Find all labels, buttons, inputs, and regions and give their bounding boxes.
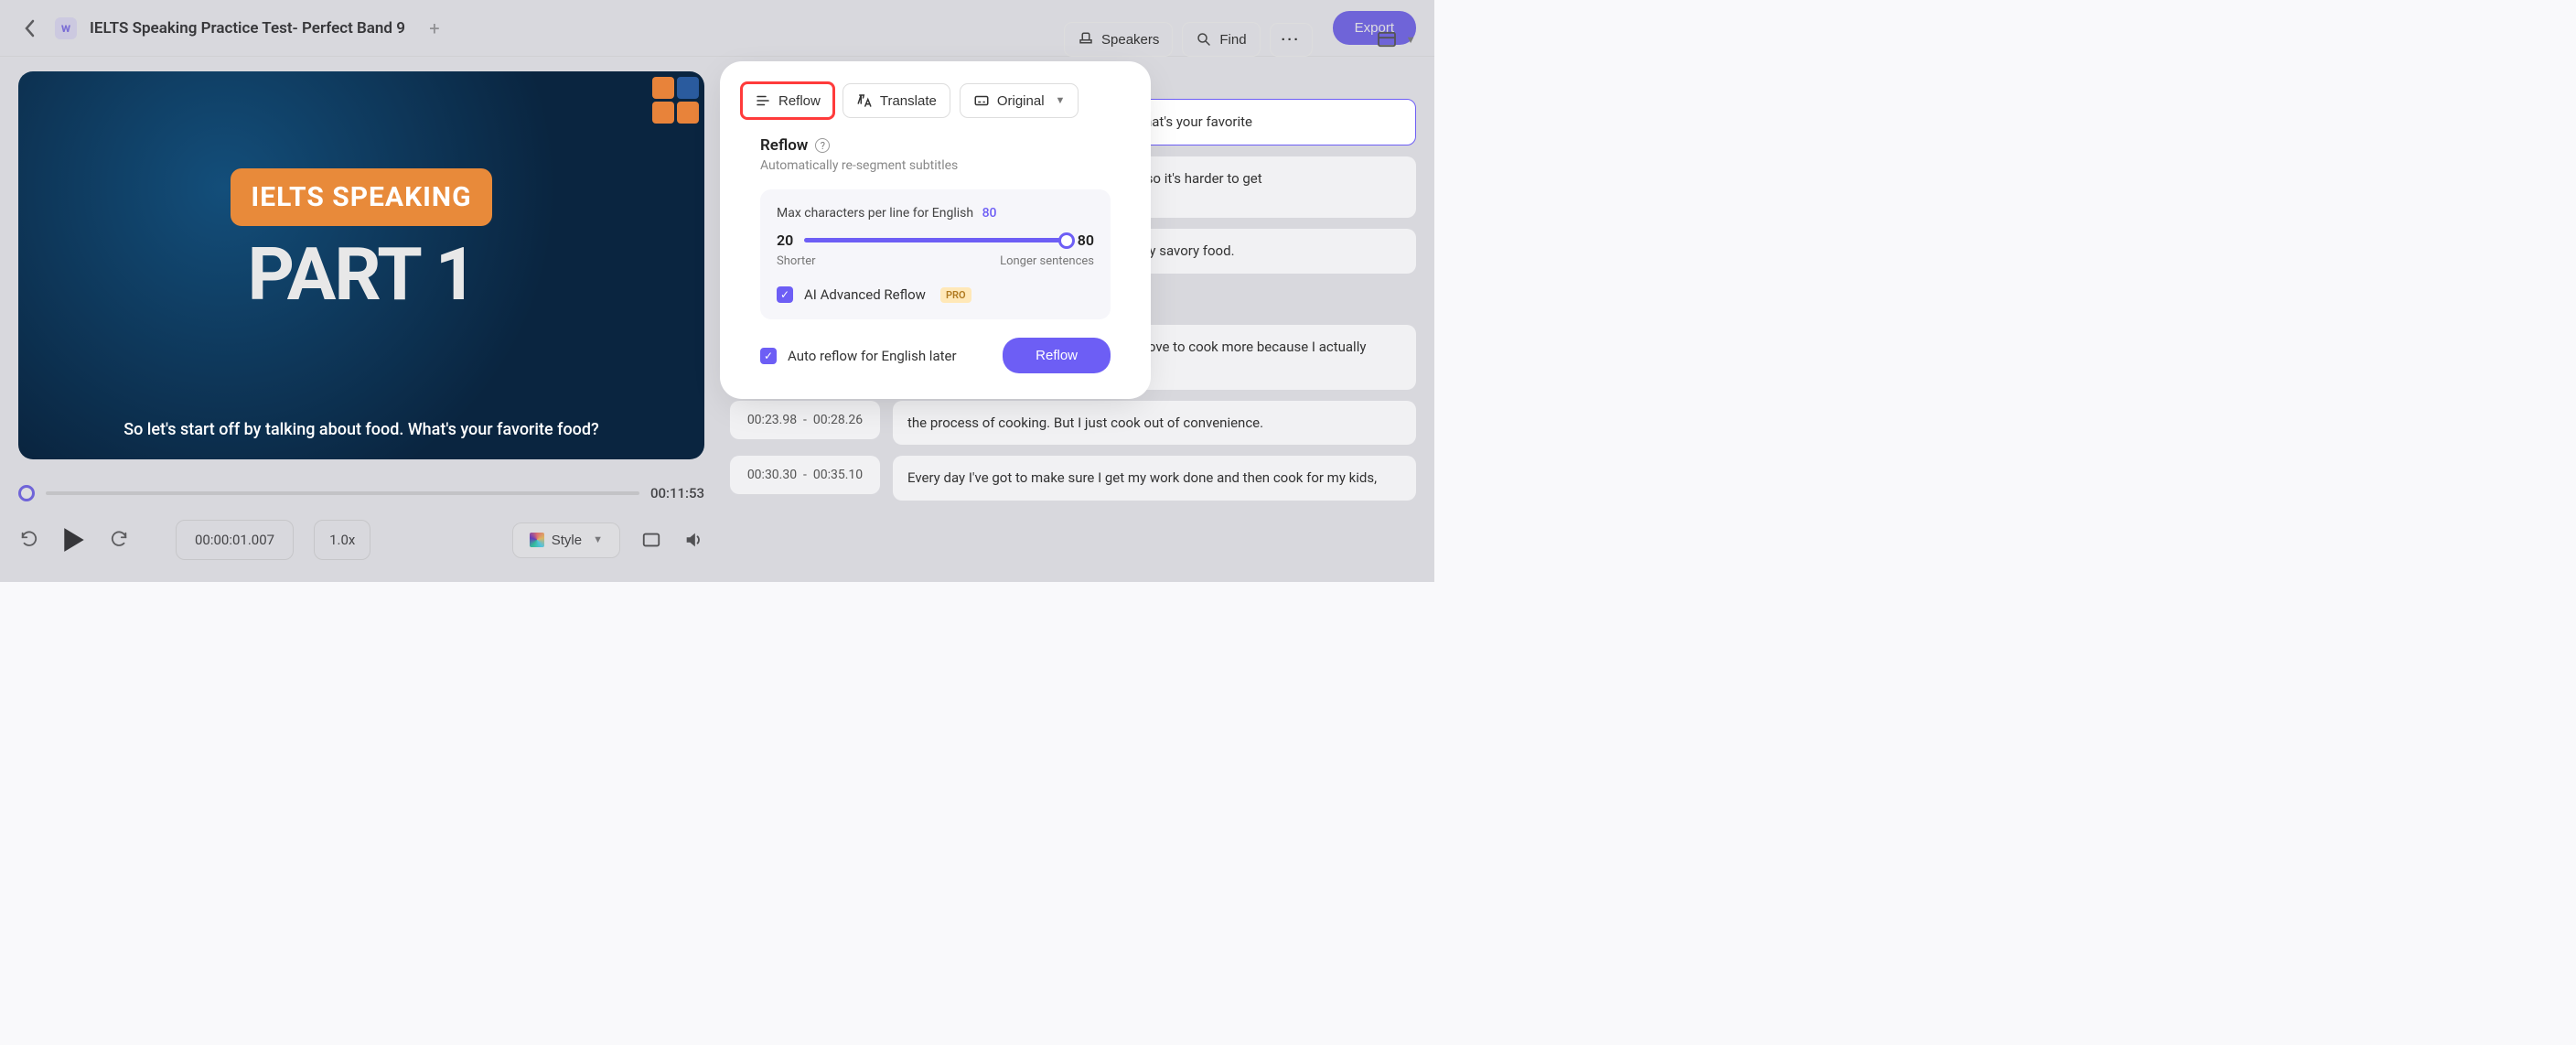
search-icon bbox=[1196, 31, 1212, 48]
max-chars-label: Max characters per line for English 80 bbox=[777, 206, 1094, 221]
play-button[interactable] bbox=[60, 526, 88, 554]
layout-icon bbox=[1377, 31, 1397, 48]
translate-tab[interactable]: Translate bbox=[843, 83, 950, 118]
style-button[interactable]: Style ▼ bbox=[512, 522, 620, 558]
play-icon bbox=[62, 526, 86, 554]
volume-icon bbox=[683, 530, 703, 550]
speakers-label: Speakers bbox=[1101, 32, 1159, 48]
reflow-apply-button[interactable]: Reflow bbox=[1003, 338, 1111, 373]
chevron-down-icon: ▼ bbox=[1406, 34, 1416, 46]
translate-tab-label: Translate bbox=[880, 93, 937, 109]
seek-track[interactable] bbox=[46, 491, 639, 495]
speakers-button[interactable]: Speakers bbox=[1064, 22, 1173, 57]
slider-max: 80 bbox=[1078, 232, 1094, 249]
original-dropdown[interactable]: Original ▼ bbox=[960, 83, 1079, 118]
help-icon[interactable]: ? bbox=[815, 138, 830, 153]
pro-badge: PRO bbox=[940, 287, 971, 303]
toolbar-right-group: Speakers Find ··· ▼ bbox=[1064, 22, 1415, 57]
style-icon bbox=[530, 533, 544, 547]
subtitle-time[interactable]: 00:23.98 - 00:28.26 bbox=[730, 401, 880, 439]
subtitle-text[interactable]: the process of cooking. But I just cook … bbox=[893, 401, 1416, 446]
caption-icon bbox=[973, 92, 990, 109]
view-toggle[interactable]: ▼ bbox=[1377, 31, 1416, 48]
slider-min-label: Shorter bbox=[777, 254, 816, 268]
fullscreen-icon bbox=[641, 530, 661, 550]
video-panel: IELTS SPEAKING PART 1 So let's start off… bbox=[0, 57, 723, 582]
find-label: Find bbox=[1219, 32, 1246, 48]
fullscreen-button[interactable] bbox=[640, 529, 662, 551]
seek-bar[interactable]: 00:11:53 bbox=[18, 485, 704, 501]
speakers-icon bbox=[1078, 31, 1094, 48]
ai-reflow-checkbox[interactable]: ✓ bbox=[777, 286, 793, 303]
translate-icon bbox=[856, 92, 873, 109]
total-time: 00:11:53 bbox=[650, 485, 704, 501]
original-label: Original bbox=[997, 93, 1045, 109]
auto-reflow-checkbox[interactable]: ✓ bbox=[760, 348, 777, 364]
reflow-tab-label: Reflow bbox=[778, 93, 821, 109]
chevron-down-icon: ▼ bbox=[1056, 95, 1066, 106]
current-time-display[interactable]: 00:00:01.007 bbox=[176, 520, 294, 560]
max-chars-value: 80 bbox=[982, 206, 997, 221]
forward-icon bbox=[109, 530, 129, 550]
auto-reflow-label: Auto reflow for English later bbox=[788, 348, 957, 364]
reflow-popover: Reflow Translate Original ▼ Reflow ? Aut… bbox=[729, 70, 1142, 390]
reflow-settings-card: Max characters per line for English 80 2… bbox=[760, 189, 1111, 319]
back-button[interactable] bbox=[18, 17, 40, 39]
more-icon: ··· bbox=[1282, 32, 1301, 48]
chevron-down-icon: ▼ bbox=[593, 534, 603, 545]
more-button[interactable]: ··· bbox=[1270, 23, 1313, 57]
style-button-label: Style bbox=[552, 533, 582, 548]
page-title: IELTS Speaking Practice Test- Perfect Ba… bbox=[90, 19, 405, 38]
slider-min: 20 bbox=[777, 232, 793, 249]
subtitle-text[interactable]: Every day I've got to make sure I get my… bbox=[893, 456, 1416, 501]
rewind-button[interactable] bbox=[18, 529, 40, 551]
popover-subtitle: Automatically re-segment subtitles bbox=[742, 155, 1129, 189]
popover-title: Reflow bbox=[760, 136, 808, 155]
add-tab-button[interactable]: + bbox=[424, 17, 445, 39]
app-logo: w bbox=[55, 17, 77, 39]
ai-reflow-row: ✓ AI Advanced Reflow PRO bbox=[777, 286, 1094, 303]
reflow-tab[interactable]: Reflow bbox=[742, 83, 833, 118]
rewind-icon bbox=[19, 530, 39, 550]
subtitle-row: 00:30.30 - 00:35.10 Every day I've got t… bbox=[730, 456, 1416, 501]
playback-speed[interactable]: 1.0x bbox=[314, 520, 370, 560]
find-button[interactable]: Find bbox=[1182, 22, 1260, 57]
player-controls: 00:00:01.007 1.0x Style ▼ bbox=[18, 520, 704, 560]
reflow-icon bbox=[755, 92, 771, 109]
chevron-left-icon bbox=[24, 19, 35, 38]
forward-button[interactable] bbox=[108, 529, 130, 551]
chars-slider[interactable]: 20 80 bbox=[777, 232, 1094, 249]
slider-max-label: Longer sentences bbox=[1000, 254, 1094, 268]
slider-track[interactable] bbox=[804, 238, 1066, 242]
video-preview[interactable]: IELTS SPEAKING PART 1 So let's start off… bbox=[18, 71, 704, 459]
subtitle-time[interactable]: 00:30.30 - 00:35.10 bbox=[730, 456, 880, 494]
seek-handle[interactable] bbox=[18, 485, 35, 501]
video-subtitle-overlay: So let's start off by talking about food… bbox=[18, 420, 704, 439]
video-badge: IELTS SPEAKING bbox=[231, 168, 491, 226]
ai-reflow-label: AI Advanced Reflow bbox=[804, 286, 926, 303]
video-part-label: PART 1 bbox=[247, 232, 475, 318]
volume-button[interactable] bbox=[682, 529, 704, 551]
subtitle-row: 00:23.98 - 00:28.26 the process of cooki… bbox=[730, 401, 1416, 446]
slider-handle[interactable] bbox=[1058, 232, 1075, 249]
